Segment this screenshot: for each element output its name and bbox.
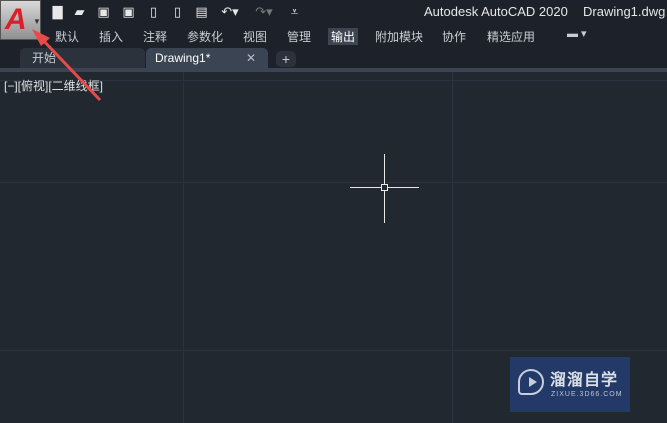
tab-annotate[interactable]: 注释	[143, 28, 167, 45]
file-tabs: 开始 Drawing1* ✕ +	[0, 46, 667, 70]
file-title: Drawing1.dwg	[583, 4, 666, 19]
tab-addins[interactable]: 附加模块	[375, 28, 423, 45]
grid-line	[0, 350, 667, 351]
crosshair-pickbox	[381, 184, 388, 191]
ribbon-tabs: 默认 插入 注释 参数化 视图 管理 输出 附加模块 协作 精选应用 ▬ ▾	[0, 24, 667, 46]
tab-view[interactable]: 视图	[243, 28, 267, 45]
tab-featured-apps[interactable]: 精选应用	[487, 28, 535, 45]
tab-start[interactable]: 开始	[20, 48, 145, 68]
tab-output[interactable]: 输出	[328, 28, 359, 45]
open-icon[interactable]: ▰	[72, 4, 87, 19]
close-tab-icon[interactable]: ✕	[246, 48, 256, 68]
grid-line	[452, 72, 453, 423]
app-title: Autodesk AutoCAD 2020	[424, 4, 568, 19]
customize-icon[interactable]: ⩡	[287, 4, 302, 19]
save-icon[interactable]: ▣	[96, 4, 111, 19]
save-as-icon[interactable]: ▣	[121, 4, 136, 19]
plot-icon[interactable]: ▤	[194, 4, 209, 19]
tab-default[interactable]: 默认	[55, 28, 79, 45]
autocad-logo-icon: A	[5, 3, 27, 36]
play-logo-icon	[518, 369, 544, 395]
tab-manage[interactable]: 管理	[287, 28, 311, 45]
tab-parametric[interactable]: 参数化	[187, 28, 223, 45]
open-web-icon[interactable]: ▯	[146, 4, 161, 19]
watermark-url: ZIXUE.3D66.COM	[551, 391, 623, 398]
grid-line	[0, 182, 667, 183]
watermark: 溜溜自学 ZIXUE.3D66.COM	[510, 357, 630, 412]
tab-collaborate[interactable]: 协作	[442, 28, 466, 45]
save-web-icon[interactable]: ▯	[170, 4, 185, 19]
ribbon-toggle-icon[interactable]: ▬ ▾	[567, 27, 587, 40]
redo-icon[interactable]: ↷▾	[252, 4, 276, 19]
new-icon[interactable]: ▇	[50, 4, 65, 19]
viewport-controls[interactable]: [−][俯视][二维线框]	[4, 77, 103, 94]
tab-drawing1[interactable]: Drawing1* ✕	[146, 48, 268, 68]
tab-drawing1-label: Drawing1*	[155, 51, 211, 65]
application-menu-button[interactable]: A ▼	[0, 0, 41, 40]
tab-insert[interactable]: 插入	[99, 28, 123, 45]
chevron-down-icon: ▼	[33, 17, 41, 26]
undo-icon[interactable]: ↶▾	[218, 4, 242, 19]
watermark-name: 溜溜自学	[550, 372, 619, 389]
grid-line	[183, 72, 184, 423]
title-bar: ▇ ▰ ▣ ▣ ▯ ▯ ▤ ↶▾ ↷▾ ⩡ Autodesk AutoCAD 2…	[0, 0, 667, 24]
new-tab-button[interactable]: +	[276, 51, 296, 67]
